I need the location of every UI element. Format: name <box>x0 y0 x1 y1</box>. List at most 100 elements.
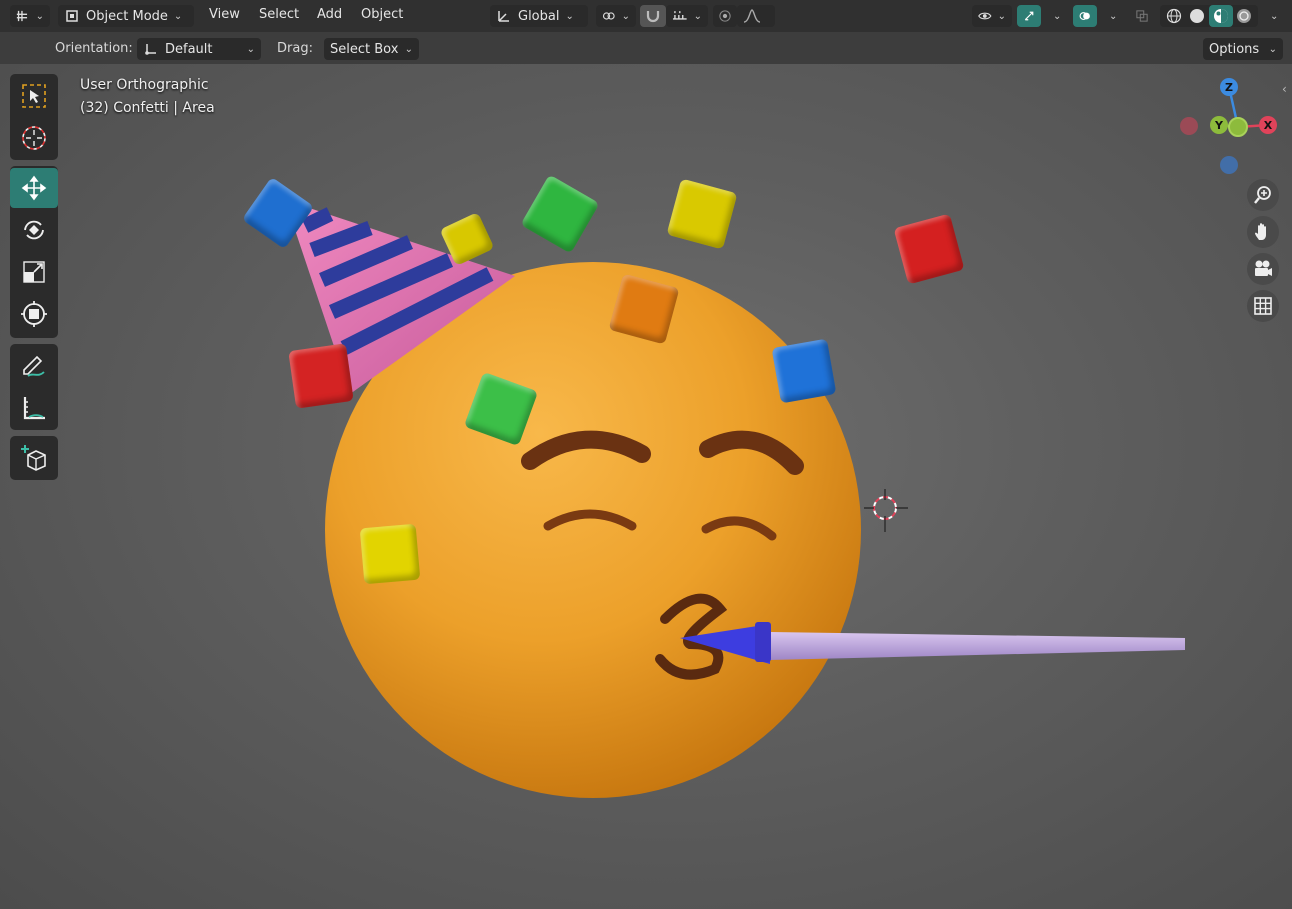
header-bar: ⌄ Object Mode ⌄ View Select Add Object G… <box>0 0 1292 32</box>
rendered-shading-button[interactable] <box>1233 5 1257 27</box>
orientation-setting-value: Default <box>165 41 213 57</box>
tool-measure[interactable] <box>10 388 58 428</box>
menu-view[interactable]: View <box>209 7 240 22</box>
options-dropdown[interactable]: Options ⌄ <box>1203 38 1283 60</box>
proportional-edit-toggle[interactable] <box>713 5 737 27</box>
camera-view-button[interactable] <box>1247 253 1279 285</box>
editor-type-button[interactable]: ⌄ <box>10 5 50 27</box>
overlay-toggle[interactable] <box>1073 5 1097 27</box>
shading-group <box>1160 5 1258 27</box>
orientation-dropdown[interactable]: Global ⌄ <box>490 5 588 27</box>
chevron-down-icon: ⌄ <box>246 43 255 55</box>
gizmo-y-axis[interactable]: Y <box>1210 116 1228 134</box>
chevron-down-icon: ⌄ <box>997 10 1006 22</box>
material-sphere-icon <box>1213 9 1228 23</box>
confetti-piece <box>771 338 837 404</box>
tool-scale[interactable] <box>10 252 58 292</box>
pivot-dropdown[interactable]: ⌄ <box>596 5 636 27</box>
solid-shading-button[interactable] <box>1186 5 1210 27</box>
gizmo-toggle[interactable] <box>1017 5 1041 27</box>
magnet-icon <box>646 11 660 23</box>
cursor-icon <box>22 126 46 150</box>
3d-cursor-crosshair <box>864 489 908 532</box>
gizmo-x-axis[interactable]: X <box>1259 116 1277 134</box>
overlay-dropdown[interactable]: ⌄ <box>1097 5 1121 27</box>
snap-target-dropdown[interactable]: ⌄ <box>666 5 708 27</box>
gizmo-neg-x-axis[interactable] <box>1180 117 1198 135</box>
tool-move[interactable] <box>10 168 58 208</box>
tool-transform[interactable] <box>10 294 58 334</box>
falloff-dropdown[interactable] <box>737 5 775 27</box>
eye-icon <box>978 12 992 20</box>
chevron-down-icon: ⌄ <box>1053 10 1062 22</box>
chevron-down-icon: ⌄ <box>404 43 413 55</box>
gizmo-neg-z-axis[interactable] <box>1220 156 1238 174</box>
xray-icon <box>1136 10 1148 22</box>
tool-cursor[interactable] <box>10 118 58 158</box>
object-info: (32) Confetti | Area <box>80 100 215 116</box>
shading-dropdown[interactable]: ⌄ <box>1258 5 1284 27</box>
pan-button[interactable] <box>1247 216 1279 248</box>
rendered-sphere-icon <box>1237 9 1252 23</box>
move-icon <box>21 175 47 201</box>
pan-hand-icon <box>1255 223 1266 240</box>
party-blower-tube <box>770 632 1185 660</box>
link-icon <box>602 12 615 20</box>
falloff-curve-icon <box>743 9 761 23</box>
object-mode-icon <box>66 10 78 22</box>
toolbar-annotate-group <box>10 344 58 430</box>
menu-select[interactable]: Select <box>259 7 299 22</box>
proportional-edit-icon <box>719 10 731 22</box>
measure-icon <box>23 397 45 420</box>
drag-setting-dropdown[interactable]: Select Box ⌄ <box>324 38 419 60</box>
editor-type-icon <box>16 10 28 22</box>
gizmo-neg-y-axis[interactable] <box>1228 117 1248 137</box>
transform-icon <box>21 301 47 327</box>
navigation-gizmo[interactable]: Z X Y <box>1170 72 1290 192</box>
zoom-icon <box>1254 186 1271 204</box>
orientation-setting-label: Orientation: <box>55 41 133 56</box>
tool-select-box[interactable] <box>10 76 58 116</box>
solid-sphere-icon <box>1190 9 1205 23</box>
sidebar-toggle-icon[interactable]: ‹ <box>1282 82 1287 96</box>
menu-add[interactable]: Add <box>317 7 342 22</box>
drag-setting-label: Drag: <box>277 41 313 56</box>
toolbar-transform-group <box>10 166 58 338</box>
tool-annotate[interactable] <box>10 346 58 386</box>
add-cube-icon <box>21 445 46 471</box>
wireframe-sphere-icon <box>1166 8 1181 24</box>
confetti-piece <box>288 343 354 409</box>
chevron-down-icon: ⌄ <box>693 10 702 22</box>
party-blower-ring <box>755 622 771 662</box>
wireframe-shading-button[interactable] <box>1162 5 1186 27</box>
gizmo-icon <box>1024 11 1034 21</box>
options-label: Options <box>1209 41 1260 57</box>
3d-cursor-ring <box>873 496 897 520</box>
grid-icon <box>1254 297 1272 315</box>
confetti-piece <box>359 523 421 585</box>
annotate-icon <box>23 355 45 377</box>
toolbar-add-group <box>10 436 58 480</box>
visibility-dropdown[interactable]: ⌄ <box>972 5 1012 27</box>
xray-toggle[interactable] <box>1130 5 1154 27</box>
chevron-down-icon: ⌄ <box>621 10 630 22</box>
tool-add-cube[interactable] <box>10 438 58 478</box>
chevron-down-icon: ⌄ <box>565 10 574 22</box>
zoom-button[interactable] <box>1247 179 1279 211</box>
gizmo-dropdown[interactable]: ⌄ <box>1041 5 1065 27</box>
chevron-down-icon: ⌄ <box>1270 10 1279 22</box>
gizmo-z-axis[interactable]: Z <box>1220 78 1238 96</box>
snap-toggle[interactable] <box>640 5 666 27</box>
menu-object[interactable]: Object <box>361 7 403 22</box>
chevron-down-icon: ⌄ <box>173 10 183 22</box>
orientation-setting-dropdown[interactable]: Default ⌄ <box>137 38 261 60</box>
3d-viewport[interactable]: User Orthographic (32) Confetti | Area Z… <box>0 64 1292 909</box>
transform-orientation-icon <box>498 11 509 22</box>
material-shading-button[interactable] <box>1209 5 1233 27</box>
mode-dropdown[interactable]: Object Mode ⌄ <box>58 5 194 27</box>
perspective-toggle-button[interactable] <box>1247 290 1279 322</box>
snap-increment-icon <box>672 11 687 20</box>
tool-rotate[interactable] <box>10 210 58 250</box>
overlay-icon <box>1079 12 1090 20</box>
view-name: User Orthographic <box>80 77 209 93</box>
